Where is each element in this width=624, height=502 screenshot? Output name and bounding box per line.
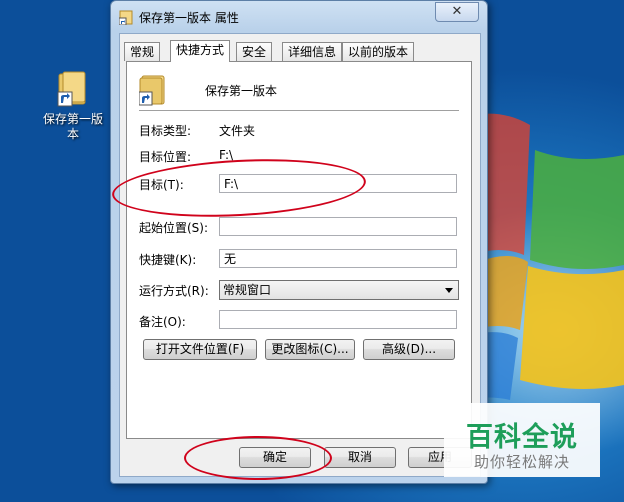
watermark-subtitle: 助你轻松解决 bbox=[473, 453, 570, 471]
run-label: 运行方式(R): bbox=[139, 284, 209, 298]
target-type-value: 文件夹 bbox=[219, 124, 256, 138]
target-type-label: 目标类型: bbox=[139, 124, 192, 138]
comment-input[interactable] bbox=[219, 310, 457, 329]
folder-shortcut-icon bbox=[56, 70, 90, 108]
desktop-icon-label: 保存第一版本 bbox=[42, 112, 103, 141]
hotkey-label: 快捷键(K): bbox=[139, 253, 197, 267]
watermark-title: 百科全说 bbox=[466, 422, 578, 453]
divider bbox=[139, 110, 459, 112]
start-in-label: 起始位置(S): bbox=[139, 221, 209, 235]
cancel-button[interactable]: 取消 bbox=[324, 447, 396, 468]
title-bar[interactable]: 保存第一版本 属性 ✕ bbox=[111, 1, 487, 33]
properties-dialog: 保存第一版本 属性 ✕ 常规 快捷方式 安全 详细信息 以前的版本 保存第一版本… bbox=[110, 0, 488, 484]
shortcut-panel: 保存第一版本 目标类型: 文件夹 目标位置: F:\ 目标(T): F:\ 起始… bbox=[126, 61, 472, 439]
watermark: 百科全说 助你轻松解决 bbox=[444, 403, 600, 477]
target-location-label: 目标位置: bbox=[139, 150, 192, 164]
dialog-client-area: 常规 快捷方式 安全 详细信息 以前的版本 保存第一版本 目标类型: 文件夹 目… bbox=[119, 33, 481, 477]
run-mode-value: 常规窗口 bbox=[223, 283, 272, 297]
tab-previous-versions[interactable]: 以前的版本 bbox=[342, 42, 415, 61]
open-file-location-button[interactable]: 打开文件位置(F) bbox=[143, 339, 257, 360]
shortcut-name: 保存第一版本 bbox=[205, 84, 278, 98]
run-mode-select[interactable]: 常规窗口 bbox=[219, 280, 459, 300]
annotation-oval-ok bbox=[184, 436, 332, 480]
close-button[interactable]: ✕ bbox=[435, 2, 479, 22]
tab-security[interactable]: 安全 bbox=[236, 42, 273, 61]
folder-shortcut-icon bbox=[139, 75, 165, 106]
tab-general[interactable]: 常规 bbox=[124, 42, 161, 61]
start-in-input[interactable] bbox=[219, 217, 457, 236]
tab-details[interactable]: 详细信息 bbox=[282, 42, 343, 61]
dropdown-arrow-icon bbox=[445, 288, 453, 293]
desktop-shortcut-icon[interactable]: 保存第一版本 bbox=[38, 70, 108, 142]
advanced-button[interactable]: 高级(D)... bbox=[363, 339, 455, 360]
hotkey-input[interactable]: 无 bbox=[219, 249, 457, 268]
folder-shortcut-icon bbox=[119, 10, 133, 25]
change-icon-button[interactable]: 更改图标(C)... bbox=[265, 339, 355, 360]
close-icon: ✕ bbox=[451, 4, 463, 19]
tab-shortcut[interactable]: 快捷方式 bbox=[170, 40, 231, 62]
comment-label: 备注(O): bbox=[139, 315, 186, 329]
window-title: 保存第一版本 属性 bbox=[139, 11, 239, 25]
